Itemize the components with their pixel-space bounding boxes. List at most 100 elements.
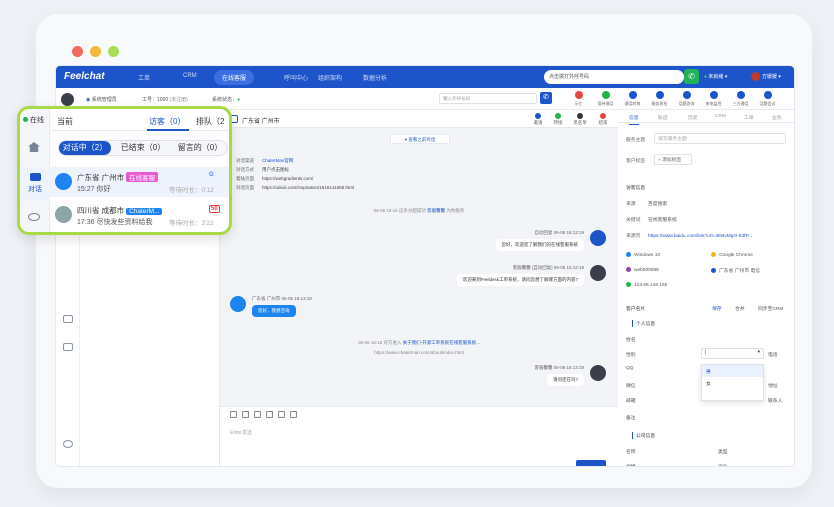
tab-underline	[147, 129, 189, 131]
settings-icon[interactable]	[63, 440, 73, 448]
nav-call-center[interactable]: 呼叫中心	[284, 73, 308, 82]
add-tag-button[interactable]: + 添加标签	[654, 154, 692, 165]
system-status: 系统状态：●	[212, 97, 241, 103]
blacklist-button[interactable]: 黑名单	[572, 113, 588, 126]
location-icon	[711, 268, 716, 274]
minimize-dot[interactable]	[90, 46, 101, 57]
nav-analytics[interactable]: 数据分析	[363, 73, 387, 82]
chrome-icon	[711, 252, 716, 257]
dial-search[interactable]: 点击拨打外呼号码	[544, 70, 684, 84]
tool-consult[interactable]: 话题咨询	[674, 91, 699, 107]
tab-history[interactable]: 历史	[688, 114, 698, 121]
field-label: 关键词	[626, 218, 641, 223]
conversation-time: 17:36	[77, 219, 95, 226]
subject-input[interactable]: 填写服务主题	[654, 133, 786, 144]
wait-time: 等待时长：0'12	[169, 187, 214, 194]
meta-row: 对话方式 用户点击图标	[236, 165, 354, 174]
tool-qa[interactable]: 服务质检	[647, 91, 672, 107]
meta-channel-link[interactable]: ChaterMan官网	[262, 158, 293, 163]
online-status[interactable]: 在线	[23, 115, 44, 125]
maximize-dot[interactable]	[108, 46, 119, 57]
os-item: Windows 10	[626, 252, 660, 258]
transfer-button[interactable]: 转接	[550, 113, 566, 126]
segment-messages[interactable]: 留言的（0）	[173, 141, 227, 155]
merge-button[interactable]: 合并	[735, 305, 745, 312]
tool-meeting[interactable]: 话题会议	[755, 91, 780, 107]
nav-online-service[interactable]: 在线客服	[214, 70, 255, 85]
tab-info[interactable]: 信息	[629, 114, 639, 125]
tab-visitors[interactable]: 访客（0）	[149, 116, 185, 127]
company-name-label: 名称	[626, 450, 636, 455]
invite-button[interactable]: 邀请	[530, 113, 546, 126]
card-title: 客户名片	[626, 307, 646, 312]
conversation-location: 广东省 广州市	[77, 173, 125, 182]
history-button[interactable]: ▾ 查看之前对话	[390, 134, 450, 144]
system-message: 06-06 16:15 对方进入 关于我们-开源工单系统在线客服系统...	[220, 340, 618, 346]
conversation-preview: 17:36 尽快发些资料给我	[77, 217, 152, 227]
conversation-title: 广东省 广州市 在线客服	[77, 172, 159, 183]
user-menu[interactable]: 方媛媛 ▾	[751, 72, 781, 81]
system-message: 06-06 16:15 这条分配成功 客服馨馨 为你服务	[220, 208, 618, 214]
agent-status[interactable]: ● 未就绪 ▾	[704, 73, 727, 80]
sys-link[interactable]: 客服馨馨	[427, 208, 445, 213]
image-icon[interactable]	[242, 411, 249, 418]
company-type-label: 类型	[718, 450, 728, 455]
save-button[interactable]: 保存	[712, 305, 722, 312]
emoji-icon[interactable]	[230, 411, 237, 418]
eye-icon[interactable]	[28, 213, 40, 221]
tool-transfer[interactable]: 通话转移	[620, 91, 645, 107]
visitor-avatar	[55, 206, 72, 223]
dial-input[interactable]: 输入外呼号码	[439, 93, 537, 104]
segment-ended[interactable]: 已结束（0）	[115, 141, 171, 155]
page-link[interactable]: https://www.baidu.com/link?url=3EBvMgO-5…	[648, 234, 752, 239]
page-row: 来源页 https://www.baidu.com/link?url=3EBvMg…	[626, 232, 752, 239]
system-url: https://www.chaterman.com/about/index.ht…	[374, 350, 464, 355]
gender-label: 性别	[626, 353, 636, 358]
conversation-item[interactable]: 四川省 成都市 ChaterM... 17:36 尽快发些资料给我 等待时长：3'…	[50, 200, 229, 230]
gender-option[interactable]: 女	[702, 377, 763, 389]
tab-business[interactable]: 业务	[772, 114, 782, 121]
sync-crm-button[interactable]: 同步至CRM	[758, 305, 783, 312]
gender-option[interactable]: 男	[702, 365, 763, 377]
tab-ticket[interactable]: 工单	[744, 114, 754, 121]
quick-reply-icon[interactable]	[278, 411, 285, 418]
contacts-icon[interactable]	[63, 315, 73, 323]
sidebar-item-chat[interactable]: 对话	[20, 167, 50, 201]
nav-org[interactable]: 组织架构	[318, 73, 342, 82]
star-icon[interactable]	[266, 411, 273, 418]
overlay-main: 当前 访客（0） 排队（2 对话中（2） 已结束（0） 留言的（0） 广东省 广…	[50, 109, 229, 232]
folder-icon[interactable]	[254, 411, 261, 418]
stats-icon[interactable]	[63, 343, 73, 351]
conversation-item[interactable]: 广东省 广州市 在线客服 15:27 你好 等待时长：0'12 G	[50, 167, 229, 197]
tab-crm[interactable]: CRM	[715, 114, 726, 119]
screenshot-icon[interactable]	[290, 411, 297, 418]
send-button[interactable]	[576, 460, 606, 466]
sys-link[interactable]: 关于我们-开源工单系统在线客服系统...	[403, 340, 480, 345]
tab-queue[interactable]: 排队（2	[196, 116, 224, 127]
tool-hold[interactable]: 保持通话	[593, 91, 618, 107]
tags-row: 客户标签	[626, 157, 648, 164]
tool-three-way[interactable]: 三方通话	[728, 91, 753, 107]
meta-value: https://uiiiuiii.com/inspiration/1616141…	[262, 185, 355, 190]
call-icon[interactable]: ✆	[540, 92, 552, 104]
monitor-icon	[709, 91, 718, 99]
meeting-icon	[763, 91, 772, 99]
ip-item: 123.66.148.165	[626, 282, 667, 288]
phone-icon[interactable]: ✆	[684, 69, 699, 84]
end-button[interactable]: 结束	[595, 113, 611, 126]
status-segment: 对话中（2） 已结束（0） 留言的（0）	[58, 140, 228, 156]
nav-crm[interactable]: CRM	[183, 73, 197, 79]
gender-select[interactable]: | ▾	[701, 348, 764, 359]
online-dot	[23, 117, 28, 122]
panel-tabs: 信息 轨迹 历史 CRM 工单 业务	[618, 110, 794, 125]
nav-ticket[interactable]: 工单	[138, 73, 150, 82]
home-icon[interactable]	[28, 142, 40, 152]
close-dot[interactable]	[72, 46, 83, 57]
segment-active[interactable]: 对话中（2）	[59, 141, 111, 155]
tab-track[interactable]: 轨迹	[658, 114, 668, 121]
message-sender: 广东省 广州市 06-06 16:13:19	[252, 296, 312, 301]
message-input[interactable]: Enter发送	[230, 429, 252, 436]
tool-monitor[interactable]: 来电监控	[701, 91, 726, 107]
tool-busy[interactable]: 示忙	[566, 91, 591, 107]
tab-current[interactable]: 当前	[57, 116, 73, 127]
